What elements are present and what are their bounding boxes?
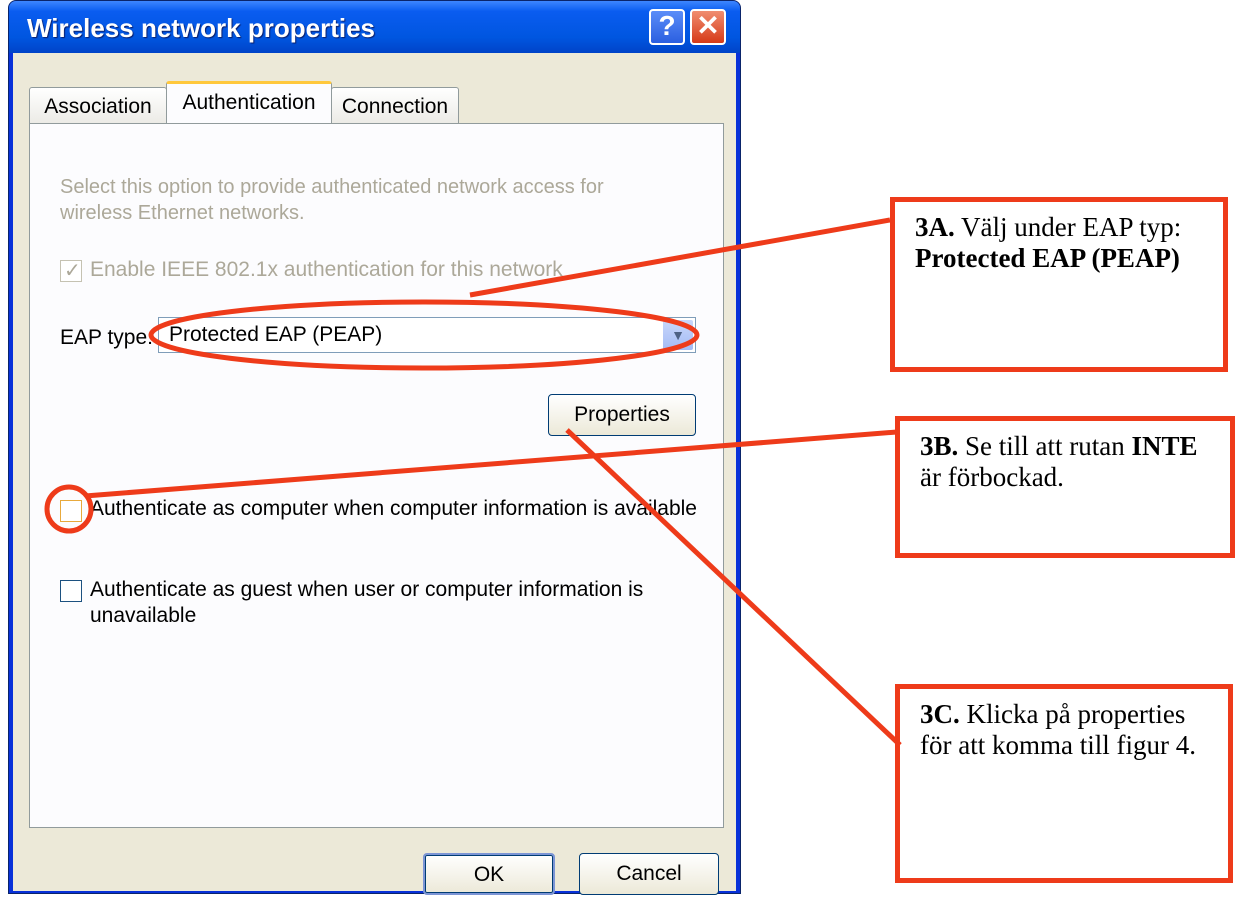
auth-as-guest-checkbox[interactable] <box>60 580 82 602</box>
chevron-down-icon[interactable]: ▼ <box>663 320 693 350</box>
dialog-window: Wireless network properties ? ✕ Associat… <box>8 0 741 895</box>
eap-type-value: Protected EAP (PEAP) <box>169 323 383 346</box>
tab-association[interactable]: Association <box>29 87 167 123</box>
callout-3a: 3A. Välj under EAP typ: Protected EAP (P… <box>890 197 1228 372</box>
callout-3c-text: Klicka på properties för att komma till … <box>920 699 1196 760</box>
enable-8021x-checkbox[interactable]: ✓ <box>60 260 82 282</box>
eap-type-select[interactable]: Protected EAP (PEAP) ▼ <box>158 317 696 353</box>
callout-3a-bold: Protected EAP (PEAP) <box>915 243 1180 273</box>
auth-description: Select this option to provide authentica… <box>60 176 604 224</box>
window-title: Wireless network properties <box>27 13 375 43</box>
help-icon[interactable]: ? <box>649 9 685 45</box>
callout-3b-lead: 3B. <box>920 431 959 461</box>
title-bar[interactable]: Wireless network properties ? ✕ <box>9 1 740 53</box>
tab-authentication[interactable]: Authentication <box>166 81 332 123</box>
callout-3b-bold: INTE <box>1131 431 1198 461</box>
close-icon[interactable]: ✕ <box>690 9 726 45</box>
properties-button[interactable]: Properties <box>548 394 696 436</box>
callout-3b: 3B. Se till att rutan INTE är förbockad. <box>895 416 1235 558</box>
tab-connection[interactable]: Connection <box>331 87 459 123</box>
enable-8021x-label: Enable IEEE 802.1x authentication for th… <box>90 258 563 281</box>
authentication-panel: Select this option to provide authentica… <box>29 123 724 828</box>
callout-3a-lead: 3A. <box>915 212 955 242</box>
auth-as-computer-label: Authenticate as computer when computer i… <box>90 497 697 520</box>
eap-type-label: EAP type: <box>60 326 154 349</box>
auth-as-guest-label: Authenticate as guest when user or compu… <box>90 578 644 627</box>
callout-3b-text: Se till att rutan <box>958 431 1132 461</box>
ok-button[interactable]: OK <box>423 853 555 895</box>
auth-as-computer-checkbox[interactable] <box>60 500 82 522</box>
callout-3b-tail: är förbockad. <box>920 462 1064 492</box>
callout-3a-text: Välj under EAP typ: <box>954 212 1182 242</box>
callout-3c-lead: 3C. <box>920 699 960 729</box>
callout-3c: 3C. Klicka på properties för att komma t… <box>895 684 1233 883</box>
cancel-button[interactable]: Cancel <box>579 853 719 895</box>
dialog-client-area: Association Authentication Connection Se… <box>13 53 736 895</box>
checkmark-icon: ✓ <box>64 260 81 282</box>
